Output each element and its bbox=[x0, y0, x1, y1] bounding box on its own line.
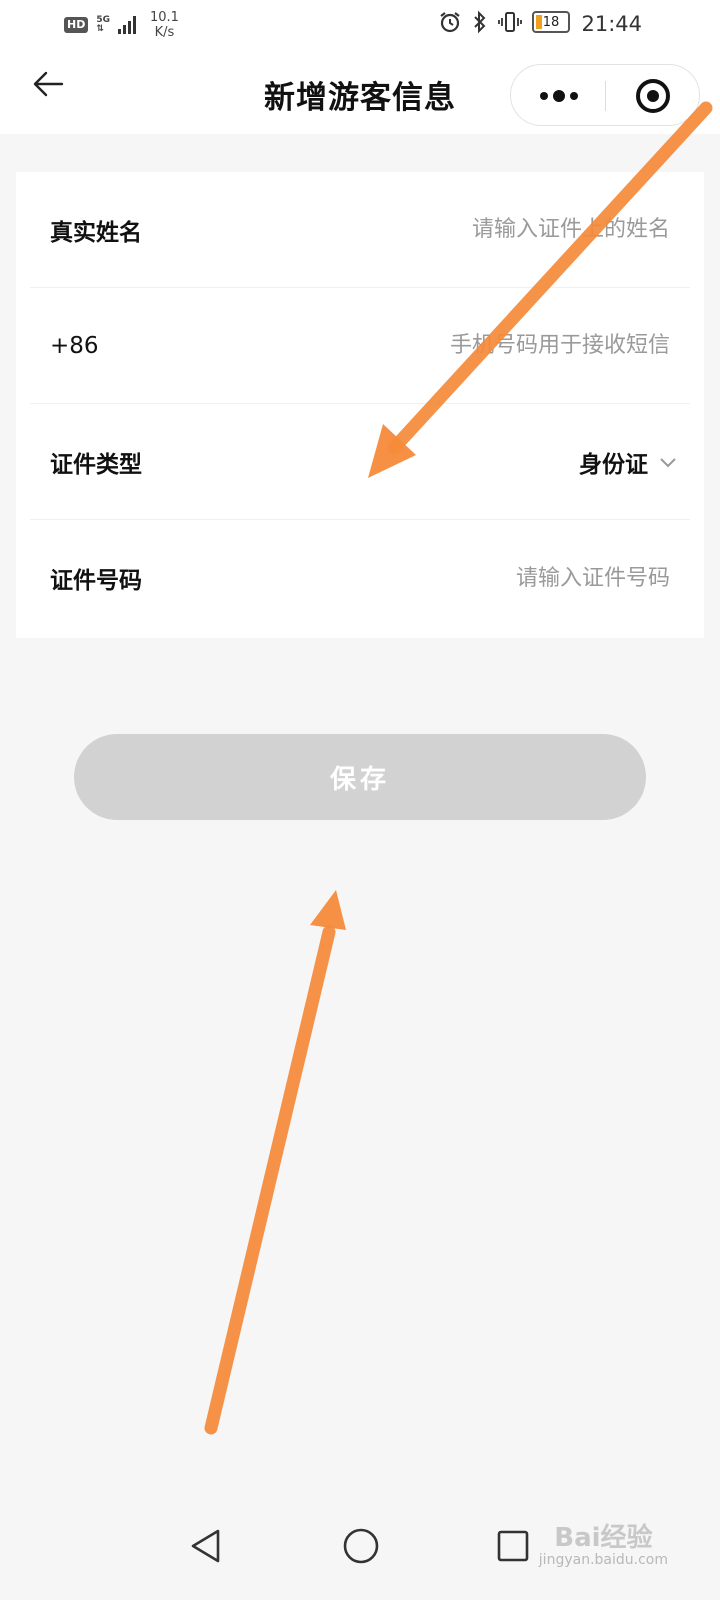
vibrate-icon bbox=[498, 12, 522, 32]
name-row: 真实姓名 bbox=[30, 172, 690, 288]
capsule-menu bbox=[510, 64, 700, 126]
battery-fill bbox=[536, 15, 542, 29]
data-arrows-icon: ⇅ bbox=[96, 24, 104, 34]
arrow-annotation-bottom bbox=[204, 890, 346, 1435]
speed-value: 10.1 bbox=[150, 10, 179, 25]
save-button[interactable]: 保存 bbox=[74, 734, 646, 820]
battery-level: 18 bbox=[542, 14, 560, 30]
more-dots-icon[interactable] bbox=[529, 77, 589, 115]
capsule-divider bbox=[605, 81, 606, 111]
status-left: HD 5G ⇅ 10.1 K/s bbox=[64, 10, 179, 40]
id-number-label: 证件号码 bbox=[50, 567, 142, 594]
square-recent-icon[interactable] bbox=[496, 1528, 530, 1564]
watermark-brand: Bai经验 bbox=[554, 1523, 653, 1553]
watermark-url: jingyan.baidu.com bbox=[538, 1552, 668, 1568]
hd-badge: HD bbox=[64, 17, 89, 33]
id-number-row: 证件号码 bbox=[30, 520, 690, 636]
triangle-back-icon[interactable] bbox=[188, 1526, 224, 1566]
visitor-form: 真实姓名 +86 证件类型 身份证 证件号码 bbox=[16, 172, 704, 638]
id-type-row[interactable]: 证件类型 身份证 bbox=[30, 404, 690, 520]
chevron-down-icon bbox=[660, 457, 676, 467]
page: HD 5G ⇅ 10.1 K/s 18 21:44 新增游客信息 真实姓名 请输… bbox=[0, 0, 720, 1600]
alarm-icon bbox=[440, 12, 460, 33]
network-speed: 10.1 K/s bbox=[150, 10, 179, 40]
status-bar: HD 5G ⇅ 10.1 K/s 18 21:44 bbox=[0, 0, 720, 50]
target-close-icon[interactable] bbox=[631, 77, 675, 115]
speed-unit: K/s bbox=[154, 25, 175, 40]
phone-row: +86 bbox=[30, 288, 690, 404]
network-type: 5G ⇅ bbox=[96, 16, 110, 34]
clock-time: 21:44 bbox=[581, 12, 642, 36]
id-type-label: 证件类型 bbox=[50, 450, 142, 478]
circle-home-icon[interactable] bbox=[341, 1526, 381, 1566]
id-type-select[interactable]: 身份证 bbox=[579, 445, 690, 479]
id-type-value: 身份证 bbox=[579, 450, 648, 478]
battery-icon: 18 bbox=[532, 11, 570, 33]
name-label: 真实姓名 bbox=[50, 218, 142, 246]
phone-input[interactable] bbox=[330, 333, 690, 358]
watermark: Bai经验 jingyan.baidu.com bbox=[539, 1524, 668, 1568]
phone-prefix[interactable]: +86 bbox=[30, 333, 99, 359]
id-number-input[interactable] bbox=[330, 565, 690, 591]
bluetooth-icon bbox=[474, 10, 486, 34]
header: 新增游客信息 bbox=[0, 50, 720, 134]
status-right: 18 bbox=[438, 10, 570, 34]
signal-icon bbox=[118, 16, 136, 34]
name-input[interactable] bbox=[330, 217, 690, 242]
